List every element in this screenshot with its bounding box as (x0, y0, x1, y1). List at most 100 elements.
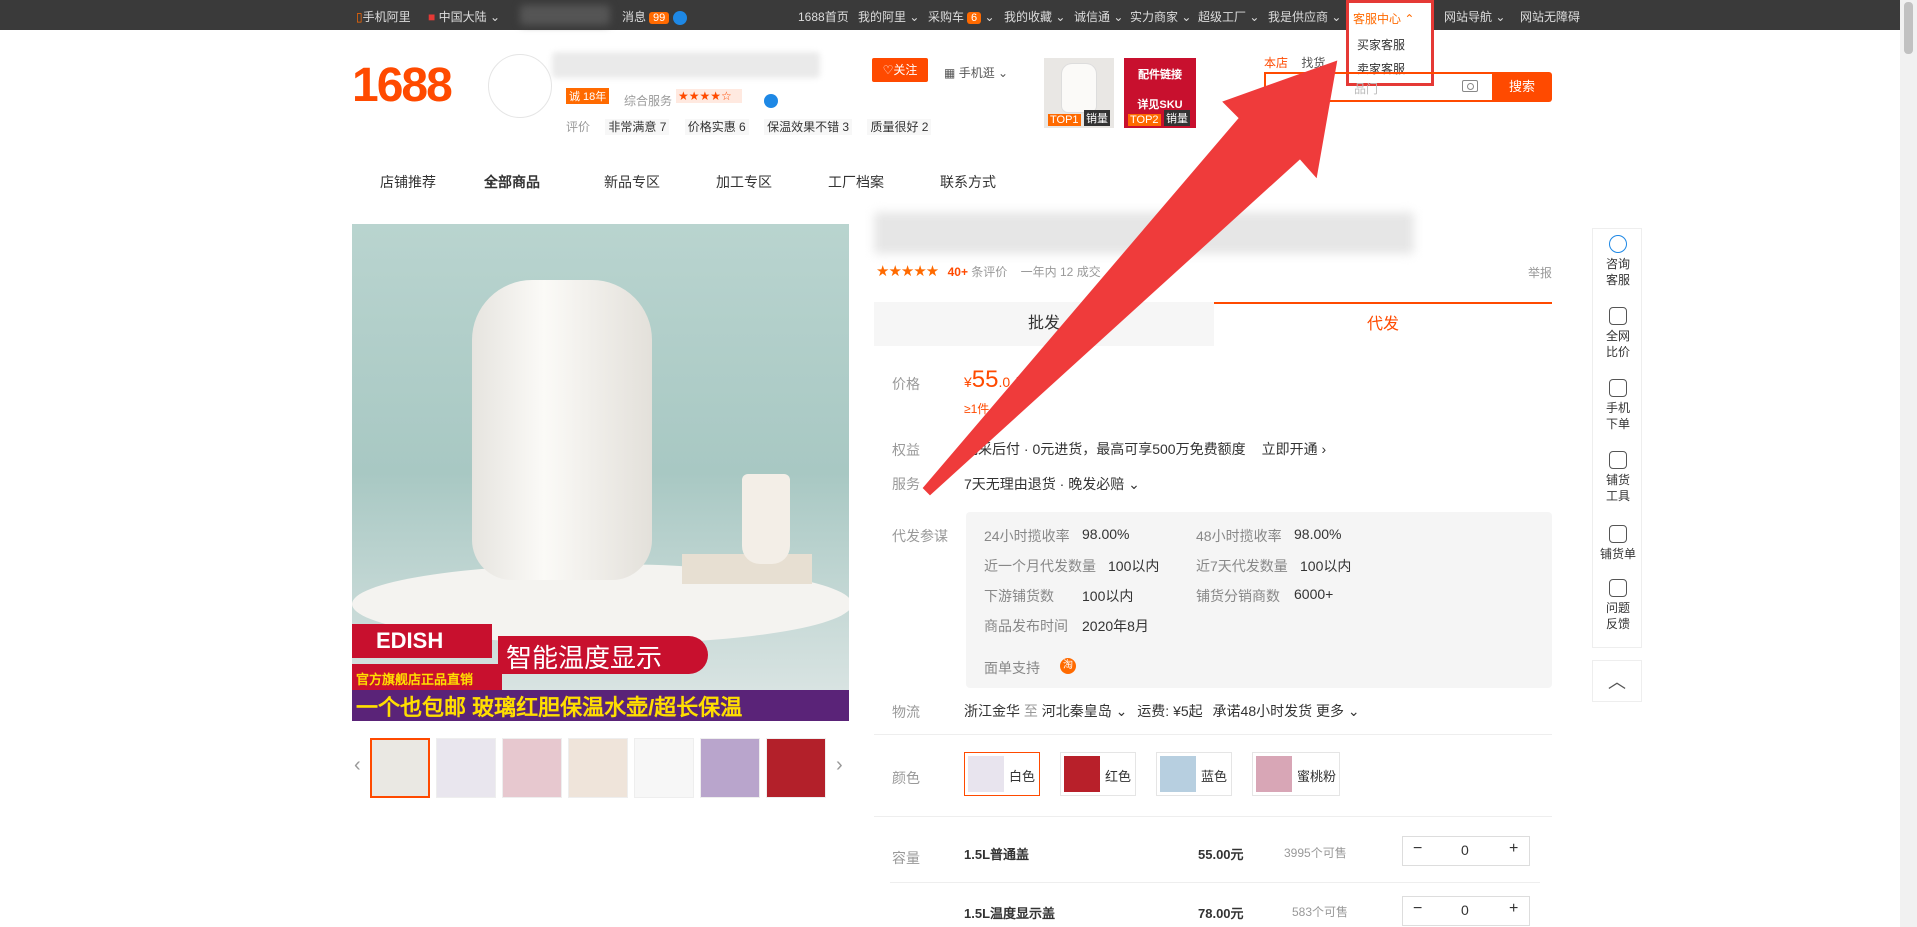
mobile-view-link[interactable]: ▦ 手机逛 ⌄ (944, 64, 1008, 81)
my-alibaba-link[interactable]: 我的阿里 ⌄ (858, 8, 919, 25)
thumbnail[interactable] (766, 738, 826, 798)
strong-merchant-link[interactable]: 实力商家 ⌄ (1130, 8, 1191, 25)
quantity-stepper[interactable]: − 0 + (1402, 836, 1530, 866)
float-distribution-list[interactable]: 铺货单 (1593, 525, 1643, 562)
minus-icon[interactable]: − (1413, 840, 1422, 858)
nav-factory[interactable]: 工厂档案 (828, 172, 884, 192)
chat-icon (1609, 235, 1627, 253)
float-distribution-tool[interactable]: 铺货工具 (1593, 451, 1643, 504)
search-tab-other[interactable]: 找货 (1301, 56, 1325, 70)
min-qty: ≥1件 (964, 402, 990, 416)
shop-name-blurred[interactable] (552, 52, 820, 78)
chevron-down-icon: ⌄ (484, 172, 496, 188)
plus-icon[interactable]: + (1509, 840, 1518, 858)
color-option-white[interactable]: 白色 (964, 752, 1040, 796)
super-factory-link[interactable]: 超级工厂 ⌄ (1198, 8, 1259, 25)
price-label: 价格 (892, 376, 920, 392)
service-stars: ★★★★☆ (676, 89, 742, 103)
color-option-pink[interactable]: 蜜桃粉 (1252, 752, 1340, 796)
color-option-blue[interactable]: 蓝色 (1156, 752, 1232, 796)
nav-shop-recommend[interactable]: 店铺推荐 (380, 172, 436, 192)
color-option-red[interactable]: 红色 (1060, 752, 1136, 796)
favorites-link[interactable]: 我的收藏 ⌄ (1004, 8, 1065, 25)
chevron-up-icon: ︿ (1608, 672, 1626, 692)
kettle-image (472, 280, 652, 580)
float-compare[interactable]: 全网比价 (1593, 307, 1643, 360)
chengxintong-link[interactable]: 诚信通 ⌄ (1074, 8, 1123, 25)
float-mobile-order[interactable]: 手机下单 (1593, 379, 1643, 432)
more-logistics[interactable]: 更多 ⌄ (1316, 703, 1360, 719)
thumbnail[interactable] (700, 738, 760, 798)
search-button[interactable]: 搜索 (1492, 72, 1552, 102)
rating-row: ★★★★★ 40+ 条评价 一年内 12 成交 (876, 263, 1101, 280)
site-logo[interactable]: 1688 (352, 58, 453, 113)
promo-top1[interactable]: TOP1 销量 (1044, 58, 1114, 128)
plus-icon[interactable]: + (1509, 900, 1518, 918)
qr-icon: ▦ (944, 66, 956, 80)
camera-icon[interactable] (1462, 80, 1478, 92)
benefit-text: 先采后付 · 0元进货，最高可享500万免费额度 立即开通 › (964, 441, 1327, 457)
review-tags: 评价 非常满意 7 价格实惠 6 保温效果不错 3 质量很好 2 (566, 118, 932, 135)
tab-dropship[interactable]: 代发 (1214, 302, 1552, 346)
home-link[interactable]: 1688首页 (798, 8, 849, 25)
quantity-stepper[interactable]: − 0 + (1402, 896, 1530, 926)
thumbnail[interactable] (568, 738, 628, 798)
search-tab-shop[interactable]: 本店 (1264, 56, 1288, 70)
cart-link[interactable]: 采购车 6 ⌄ (928, 8, 995, 25)
search-tabs: 本店 找货 (1264, 54, 1325, 71)
service-label: 服务 (892, 476, 920, 492)
review-count[interactable]: 40+ (948, 265, 968, 279)
minus-icon[interactable]: − (1413, 900, 1422, 918)
site-nav-link[interactable]: 网站导航 ⌄ (1444, 8, 1505, 25)
china-flag-icon: ■ (428, 10, 436, 24)
review-tag[interactable]: 保温效果不错 3 (764, 119, 853, 135)
promo-top2[interactable]: 配件链接 详见SKU TOP2 销量 (1124, 58, 1196, 128)
buyer-service-link[interactable]: 买家客服 (1349, 28, 1431, 52)
mobile-alibaba-link[interactable]: ▯手机阿里 (356, 8, 411, 25)
year-badge: 诚 18年 (566, 88, 610, 104)
list-icon (1609, 525, 1627, 543)
nav-processing[interactable]: 加工专区 (716, 172, 772, 192)
qr-code-icon (1609, 379, 1627, 397)
follow-button[interactable]: ♡关注 (872, 58, 928, 82)
review-tag[interactable]: 价格实惠 6 (684, 119, 749, 135)
shop-avatar[interactable] (488, 54, 552, 118)
nav-contact[interactable]: 联系方式 (940, 172, 996, 192)
back-to-top-button[interactable]: ︿ (1592, 660, 1642, 702)
top-bar: ▯手机阿里 ■ 中国大陆 ⌄ 消息 99 1688首页 我的阿里 ⌄ 采购车 6 ⌄… (0, 0, 1900, 30)
thumb-next-icon[interactable]: › (836, 754, 843, 777)
blurred-username (520, 5, 610, 25)
edit-icon (1609, 579, 1627, 597)
accessibility-link[interactable]: 网站无障碍 (1520, 8, 1580, 25)
float-consult[interactable]: 咨询客服 (1593, 235, 1643, 288)
review-tag[interactable]: 质量很好 2 (867, 119, 932, 135)
heart-icon: ♡ (882, 63, 894, 77)
open-now-link[interactable]: 立即开通 › (1262, 441, 1327, 457)
float-feedback[interactable]: 问题反馈 (1593, 579, 1643, 632)
tab-wholesale[interactable]: 批发 (874, 302, 1214, 346)
thumbnail[interactable] (436, 738, 496, 798)
main-product-image[interactable]: EDISH 智能温度显示 官方旗舰店正品直销 一个也包邮 玻璃红胆保温水壶/超长… (352, 224, 849, 721)
thumbnail[interactable] (370, 738, 430, 798)
service-dropdown[interactable]: 7天无理由退货 · 晚发必赔 ⌄ (964, 474, 1140, 494)
sub-label: 官方旗舰店正品直销 (352, 664, 502, 690)
supplier-link[interactable]: 我是供应商 ⌄ (1268, 8, 1341, 25)
thumbnail[interactable] (502, 738, 562, 798)
destination-dropdown[interactable]: 河北秦皇岛 ⌄ (1042, 703, 1128, 719)
dropship-reference: 24小时揽收率 98.00% 48小时揽收率 98.00% 近一个月代发数量 1… (966, 512, 1552, 688)
messages-link[interactable]: 消息 99 (622, 8, 688, 25)
search-input[interactable]: 品门 (1264, 72, 1492, 102)
thumb-prev-icon[interactable]: ‹ (354, 754, 361, 777)
chat-icon (673, 10, 688, 25)
wangwang-icon[interactable] (764, 94, 778, 108)
thumbnail[interactable] (634, 738, 694, 798)
messages-badge: 99 (649, 12, 670, 24)
region-selector[interactable]: ■ 中国大陆 ⌄ (428, 8, 500, 25)
service-center-menu[interactable]: 客服中心 ⌃ (1346, 0, 1434, 30)
report-link[interactable]: 举报 (1528, 264, 1552, 281)
review-tag[interactable]: 非常满意 7 (605, 119, 670, 135)
taobao-icon: 淘 (1060, 658, 1076, 674)
nav-new-products[interactable]: 新品专区 (604, 172, 660, 192)
page-scrollbar[interactable] (1900, 0, 1917, 927)
right-float-bar: 咨询客服 全网比价 手机下单 铺货工具 铺货单 问题反馈 (1592, 228, 1642, 648)
